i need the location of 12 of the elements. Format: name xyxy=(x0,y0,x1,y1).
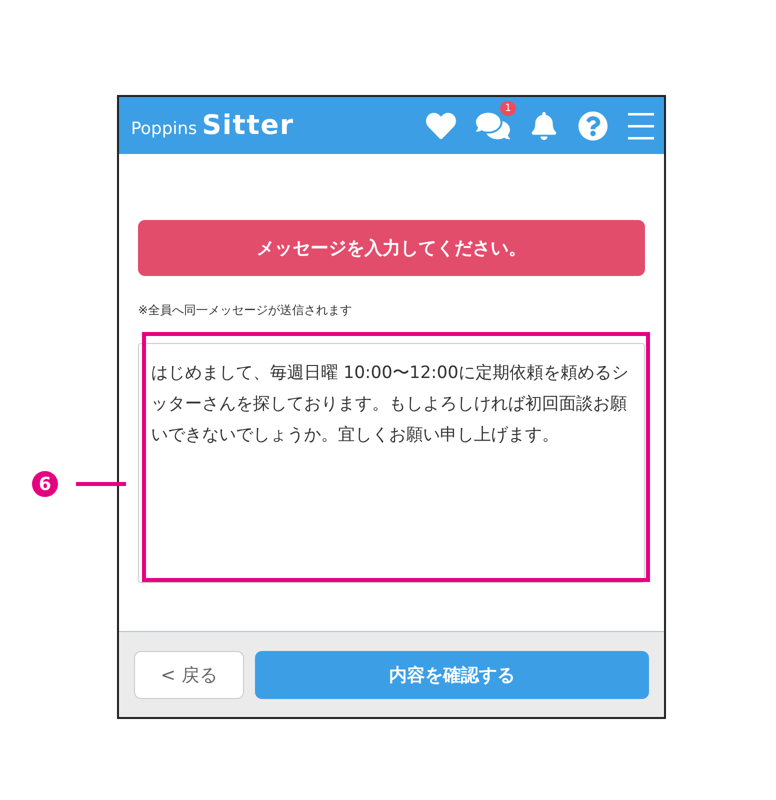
bell-icon[interactable] xyxy=(530,112,558,140)
callout-number: 6 xyxy=(32,471,58,497)
back-button[interactable]: < 戻る xyxy=(134,650,244,698)
logo-text: Poppins xyxy=(131,119,197,139)
notification-badge: 1 xyxy=(500,100,516,116)
menu-icon[interactable] xyxy=(628,110,654,140)
confirm-button[interactable]: 内容を確認する xyxy=(255,650,649,698)
note-text: ※全員へ同一メッセージが送信されます xyxy=(138,302,354,319)
heart-icon[interactable] xyxy=(426,110,456,140)
alert-banner: メッセージを入力してください。 xyxy=(138,220,645,276)
help-icon[interactable] xyxy=(578,110,608,140)
logo-title: Sitter xyxy=(202,110,294,141)
